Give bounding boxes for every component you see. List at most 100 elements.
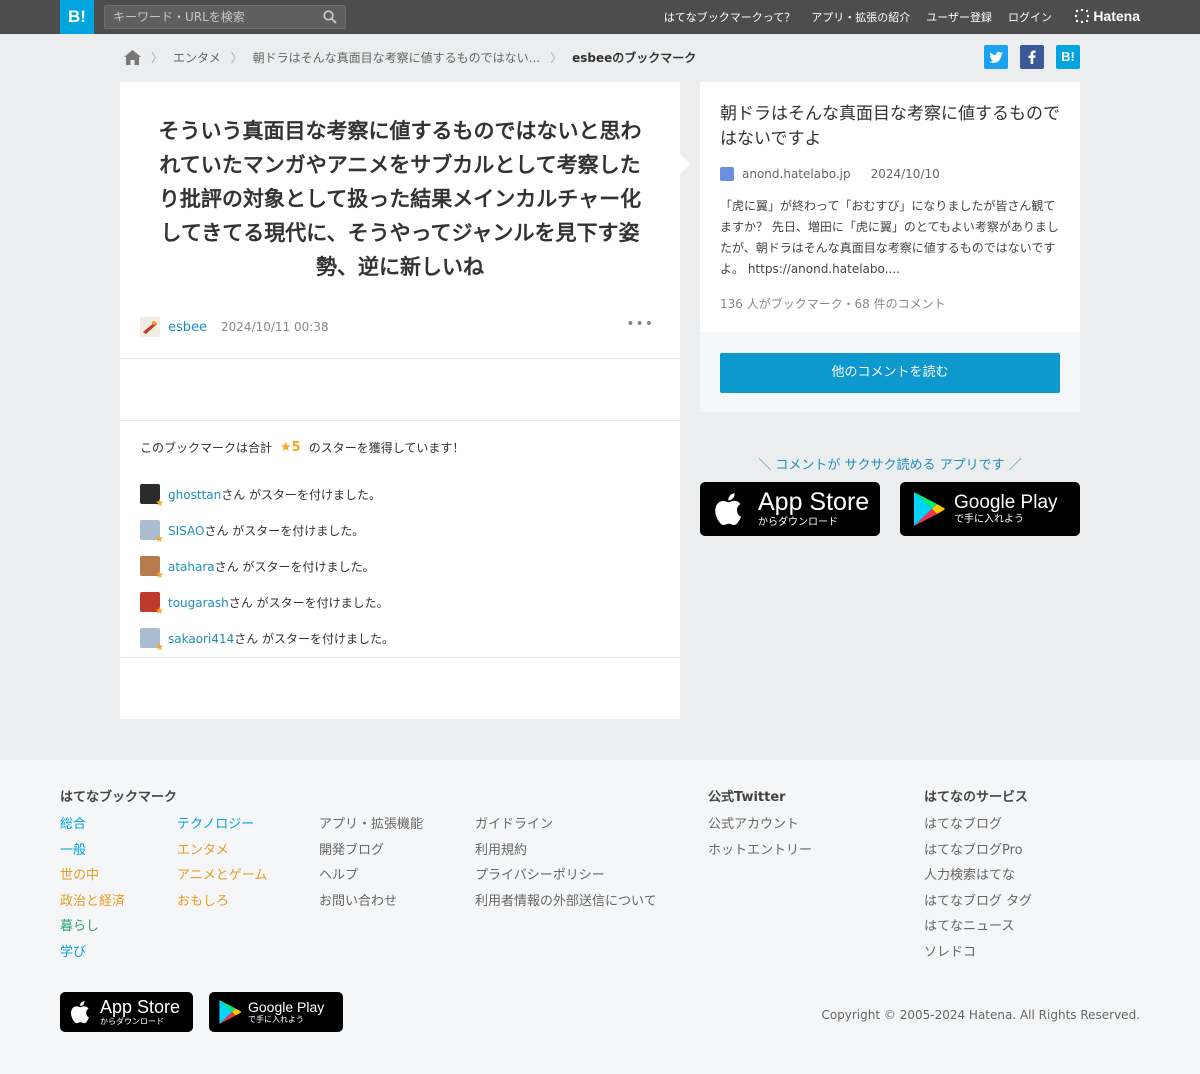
- star-icon: ★: [155, 498, 164, 509]
- user-avatar[interactable]: ★: [140, 484, 164, 509]
- footer-services-links: はてなブログ はてなブログPro 人力検索はてな はてなブログ タグ はてなニュ…: [924, 812, 1032, 966]
- star-user-link[interactable]: ghosttan: [168, 488, 221, 502]
- user-avatar[interactable]: ★: [140, 628, 164, 653]
- footer-link-twitter-hotentry[interactable]: ホットエントリー: [708, 838, 812, 864]
- footer-link-it[interactable]: テクノロジー: [177, 812, 267, 838]
- app-store-label: App Store: [100, 997, 181, 1017]
- apple-icon: [70, 1000, 89, 1024]
- footer-link-knowledge[interactable]: 学び: [60, 940, 125, 966]
- google-play-sublabel: で手に入れよう: [248, 1015, 304, 1024]
- footer-link-terms[interactable]: 利用規約: [475, 838, 657, 864]
- register-link[interactable]: ユーザー登録: [926, 9, 992, 25]
- footer: はてなブックマーク 総合 一般 世の中 政治と経済 暮らし 学び テクノロジー …: [0, 760, 1200, 1074]
- footer-link-fun[interactable]: おもしろ: [177, 889, 267, 915]
- footer-link-twitter-official[interactable]: 公式アカウント: [708, 812, 812, 838]
- footer-link-blog[interactable]: はてなブログ: [924, 812, 1032, 838]
- footer-link-help[interactable]: ヘルプ: [319, 863, 423, 889]
- breadcrumb-category[interactable]: エンタメ: [173, 49, 221, 66]
- hatena-bookmark-share-icon[interactable]: B!: [1056, 45, 1080, 69]
- star-user-suffix: さん がスターを付けました。: [221, 487, 382, 502]
- footer-link-social[interactable]: 世の中: [60, 863, 125, 889]
- footer-link-news[interactable]: はてなニュース: [924, 914, 1032, 940]
- footer-link-all[interactable]: 総合: [60, 812, 125, 838]
- chevron-right-icon: 〉: [230, 50, 243, 65]
- facebook-share-icon[interactable]: [1020, 45, 1044, 69]
- star-icon: ★: [155, 642, 164, 653]
- bookmark-user-link[interactable]: esbee: [168, 320, 207, 335]
- footer-link-blog-pro[interactable]: はてなブログPro: [924, 838, 1032, 864]
- footer-google-play-button[interactable]: Google Play で手に入れよう: [209, 992, 343, 1032]
- bookmark-meta: esbee 2024/10/11 00:38: [140, 317, 329, 337]
- entry-source: anond.hatelabo.jp 2024/10/10: [720, 167, 940, 181]
- search-icon[interactable]: [323, 10, 337, 24]
- star-count[interactable]: ★5: [280, 440, 301, 455]
- star-user-link[interactable]: atahara: [168, 560, 215, 574]
- user-avatar[interactable]: ★: [140, 520, 164, 545]
- list-item: ★ SISAOさん がスターを付けました。: [140, 512, 394, 548]
- footer-categories-1: 総合 一般 世の中 政治と経済 暮らし 学び: [60, 812, 125, 966]
- list-item: ★ ataharaさん がスターを付けました。: [140, 548, 394, 584]
- card-pointer: [680, 154, 690, 174]
- footer-link-game[interactable]: アニメとゲーム: [177, 863, 267, 889]
- google-play-button[interactable]: Google Play で手に入れよう: [900, 482, 1080, 536]
- footer-link-economics[interactable]: 政治と経済: [60, 889, 125, 915]
- list-item: ★ sakaori414さん がスターを付けました。: [140, 620, 394, 656]
- divider: [120, 358, 680, 359]
- search-box[interactable]: [104, 5, 346, 29]
- footer-link-dev-blog[interactable]: 開発ブログ: [319, 838, 423, 864]
- footer-link-contact[interactable]: お問い合わせ: [319, 889, 423, 915]
- google-play-label: Google Play: [248, 999, 325, 1015]
- footer-link-guideline[interactable]: ガイドライン: [475, 812, 657, 838]
- apps-link[interactable]: アプリ・拡張の紹介: [811, 9, 910, 25]
- star-user-link[interactable]: sakaori414: [168, 632, 234, 646]
- entry-bookmark-count[interactable]: 136 人がブックマーク・68 件のコメント: [720, 295, 946, 312]
- footer-link-apps[interactable]: アプリ・拡張機能: [319, 812, 423, 838]
- app-store-button[interactable]: App Store からダウンロード: [700, 482, 880, 536]
- footer-link-question[interactable]: 人力検索はてな: [924, 863, 1032, 889]
- hatena-brand-link[interactable]: Hatena: [1075, 8, 1140, 24]
- footer-link-general[interactable]: 一般: [60, 838, 125, 864]
- stars-summary: このブックマークは合計 ★5 のスターを獲得しています！: [140, 439, 464, 456]
- twitter-share-icon[interactable]: [984, 45, 1008, 69]
- list-item: ★ ghosttanさん がスターを付けました。: [140, 476, 394, 512]
- footer-link-life[interactable]: 暮らし: [60, 914, 125, 940]
- footer-link-entertainment[interactable]: エンタメ: [177, 838, 267, 864]
- star-user-link[interactable]: tougarash: [168, 596, 229, 610]
- entry-date: 2024/10/10: [870, 167, 940, 181]
- star-user-suffix: さん がスターを付けました。: [234, 631, 395, 646]
- user-avatar[interactable]: ★: [140, 556, 164, 581]
- footer-link-soredoko[interactable]: ソレドコ: [924, 940, 1032, 966]
- entry-site-link[interactable]: anond.hatelabo.jp: [742, 167, 851, 181]
- footer-app-store-button[interactable]: App Store からダウンロード: [60, 992, 193, 1032]
- footer-link-blog-tag[interactable]: はてなブログ タグ: [924, 889, 1032, 915]
- entry-description: 「虎に翼」が終わって「おむすび」になりましたが皆さん観てますか？ 先日、増田に「…: [720, 199, 1059, 276]
- footer-heading-services: はてなのサービス: [924, 790, 1029, 805]
- read-comments-button[interactable]: 他のコメントを読む: [720, 353, 1060, 393]
- breadcrumb-current: esbeeのブックマーク: [572, 50, 697, 65]
- stars-prefix: このブックマークは合計: [140, 441, 273, 455]
- breadcrumb-entry[interactable]: 朝ドラはそんな真面目な考察に値するものではない...: [253, 49, 540, 66]
- user-avatar[interactable]: [140, 317, 160, 337]
- google-play-sublabel: で手に入れよう: [954, 514, 1024, 525]
- search-input[interactable]: [105, 6, 315, 28]
- more-options-icon[interactable]: •••: [626, 316, 654, 332]
- app-store-sublabel: からダウンロード: [758, 517, 838, 528]
- about-link[interactable]: はてなブックマークって？: [664, 9, 795, 25]
- star-icon: ★: [155, 570, 164, 581]
- star-icon: ★: [155, 606, 164, 617]
- hatena-bookmark-logo[interactable]: B!: [60, 0, 94, 34]
- footer-links-4: ガイドライン 利用規約 プライバシーポリシー 利用者情報の外部送信について: [475, 812, 657, 914]
- footer-link-privacy[interactable]: プライバシーポリシー: [475, 863, 657, 889]
- app-promo-text: ＼ コメントが サクサク読める アプリです ／: [758, 458, 1022, 473]
- bookmark-date[interactable]: 2024/10/11 00:38: [221, 320, 329, 334]
- footer-link-external-transmission[interactable]: 利用者情報の外部送信について: [475, 889, 657, 915]
- share-buttons: B!: [984, 45, 1080, 69]
- entry-title-link[interactable]: 朝ドラはそんな真面目な考察に値するものではないですよ: [720, 102, 1065, 152]
- star-user-link[interactable]: SISAO: [168, 524, 204, 538]
- login-link[interactable]: ログイン: [1008, 9, 1052, 25]
- star-user-suffix: さん がスターを付けました。: [214, 559, 375, 574]
- user-avatar[interactable]: ★: [140, 592, 164, 617]
- home-icon[interactable]: [124, 49, 141, 65]
- bookmark-comment: そういう真面目な考察に値するものではないと思われていたマンガやアニメをサブカルと…: [158, 119, 642, 279]
- divider: [120, 420, 680, 421]
